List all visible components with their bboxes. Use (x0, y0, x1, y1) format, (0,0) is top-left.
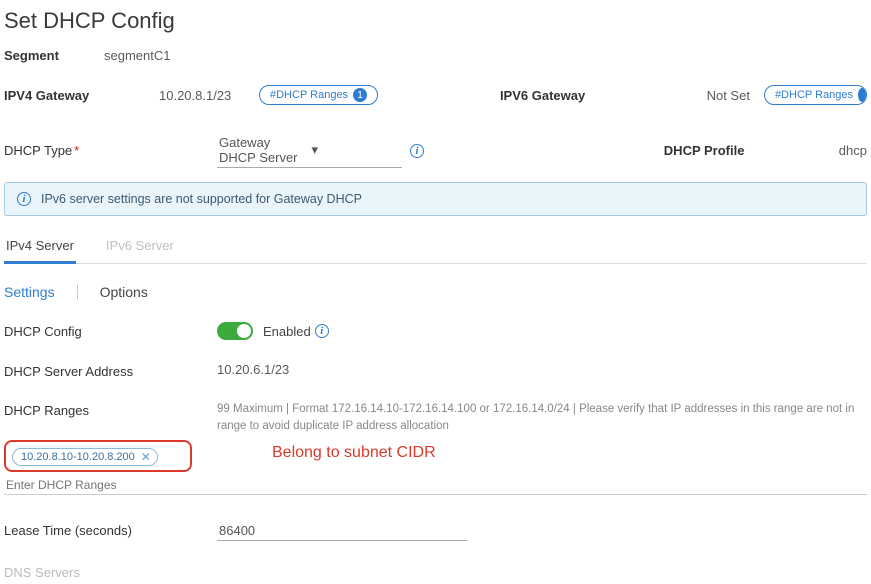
lease-time-row: Lease Time (seconds) (4, 521, 867, 541)
annotation-box: 10.20.8.10-10.20.8.200 ✕ (4, 440, 192, 472)
subtab-settings[interactable]: Settings (4, 284, 55, 300)
dhcp-config-status: Enabled (263, 324, 311, 339)
tab-ipv6-server: IPv6 Server (104, 232, 176, 263)
ipv6-gateway-value: Not Set (660, 88, 750, 103)
dhcp-config-toggle[interactable] (217, 322, 253, 340)
dhcp-type-row: DHCP Type* Gateway DHCP Server ▾ i DHCP … (4, 133, 867, 168)
gateway-row: IPV4 Gateway 10.20.8.1/23 #DHCP Ranges 1… (4, 85, 867, 105)
sub-tabs: Settings Options (4, 284, 867, 300)
range-value: 10.20.8.10-10.20.8.200 (21, 451, 135, 463)
dhcp-ranges-input[interactable] (4, 474, 204, 494)
subtab-options[interactable]: Options (100, 284, 148, 300)
pill-count-cut (858, 88, 866, 102)
lease-time-label: Lease Time (seconds) (4, 521, 217, 538)
dhcp-type-value: Gateway DHCP Server (219, 135, 308, 165)
dhcp-type-select[interactable]: Gateway DHCP Server ▾ (217, 133, 402, 168)
dns-servers-row: DNS Servers (4, 563, 867, 580)
dhcp-range-pill[interactable]: 10.20.8.10-10.20.8.200 ✕ (12, 448, 158, 466)
ipv4-gateway-label: IPV4 Gateway (4, 88, 159, 103)
ipv4-dhcp-ranges-pill[interactable]: #DHCP Ranges 1 (259, 85, 378, 105)
segment-value: segmentC1 (104, 48, 170, 63)
server-address-row: DHCP Server Address 10.20.6.1/23 (4, 362, 867, 379)
close-icon[interactable]: ✕ (141, 450, 151, 464)
pill-count: 1 (353, 88, 367, 102)
server-address-value: 10.20.6.1/23 (217, 362, 289, 377)
ipv6-dhcp-ranges-pill[interactable]: #DHCP Ranges (764, 85, 867, 105)
dhcp-profile-label: DHCP Profile (664, 143, 839, 158)
divider (77, 284, 78, 300)
dhcp-type-label: DHCP Type* (4, 143, 217, 158)
dhcp-profile-value: dhcp (839, 143, 867, 158)
dhcp-config-label: DHCP Config (4, 322, 217, 339)
chevron-down-icon: ▾ (312, 142, 401, 158)
annotation-text: Belong to subnet CIDR (272, 444, 436, 462)
dhcp-ranges-label: DHCP Ranges (4, 401, 217, 418)
pill-label: #DHCP Ranges (270, 89, 348, 101)
info-icon[interactable]: i (410, 144, 424, 158)
dhcp-ranges-row: DHCP Ranges 99 Maximum | Format 172.16.1… (4, 401, 867, 434)
dns-servers-label: DNS Servers (4, 563, 217, 580)
page-title: Set DHCP Config (4, 8, 867, 34)
info-icon: i (17, 192, 31, 206)
pill-label: #DHCP Ranges (775, 89, 853, 101)
dhcp-ranges-hint: 99 Maximum | Format 172.16.14.10-172.16.… (217, 401, 867, 434)
required-marker: * (74, 143, 79, 158)
ipv4-gateway-value: 10.20.8.1/23 (159, 88, 259, 103)
tab-ipv4-server[interactable]: IPv4 Server (4, 232, 76, 264)
segment-label: Segment (4, 48, 104, 63)
dhcp-config-row: DHCP Config Enabled i (4, 322, 867, 340)
server-address-label: DHCP Server Address (4, 362, 217, 379)
info-banner: i IPv6 server settings are not supported… (4, 182, 867, 216)
segment-row: Segment segmentC1 (4, 48, 867, 63)
banner-text: IPv6 server settings are not supported f… (41, 192, 362, 206)
ipv6-gateway-label: IPV6 Gateway (500, 88, 660, 103)
lease-time-input[interactable] (217, 521, 467, 541)
info-icon[interactable]: i (315, 324, 329, 338)
server-tabs: IPv4 Server IPv6 Server (4, 232, 867, 264)
